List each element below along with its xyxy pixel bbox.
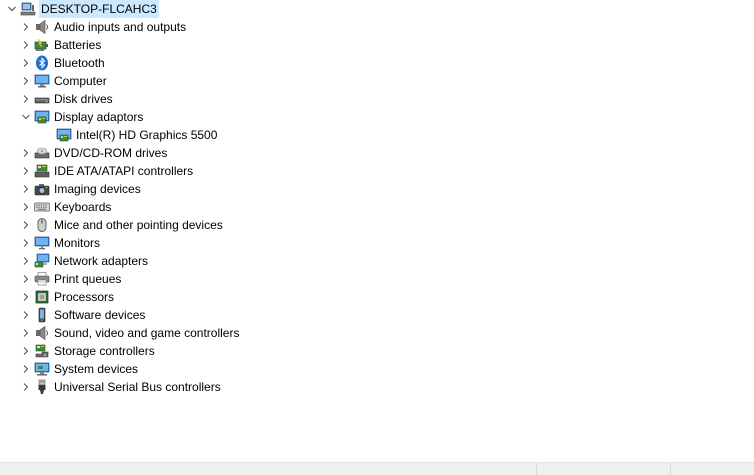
- tree-category-storage-controllers[interactable]: Storage controllers: [0, 342, 754, 360]
- chevron-right-icon[interactable]: [18, 72, 34, 90]
- chevron-right-icon[interactable]: [18, 198, 34, 216]
- chevron-right-icon[interactable]: [18, 18, 34, 36]
- keyboard-icon: [34, 199, 50, 215]
- tree-category-label[interactable]: System devices: [54, 360, 138, 378]
- tree-device-label[interactable]: Intel(R) HD Graphics 5500: [76, 126, 217, 144]
- disk-drive-icon: [34, 91, 50, 107]
- tree-category-label[interactable]: Software devices: [54, 306, 145, 324]
- tree-category-label[interactable]: Monitors: [54, 234, 100, 252]
- software-device-icon: [34, 307, 50, 323]
- chevron-right-icon[interactable]: [18, 180, 34, 198]
- display-adapter-icon: [56, 127, 72, 143]
- mouse-icon: [34, 217, 50, 233]
- chevron-right-icon[interactable]: [18, 252, 34, 270]
- tree-category-label[interactable]: Imaging devices: [54, 180, 141, 198]
- chevron-right-icon[interactable]: [18, 306, 34, 324]
- tree-category-network-adapters[interactable]: Network adapters: [0, 252, 754, 270]
- tree-category-label[interactable]: Audio inputs and outputs: [54, 18, 186, 36]
- tree-category-label[interactable]: Disk drives: [54, 90, 113, 108]
- bluetooth-icon: [34, 55, 50, 71]
- dvd-drive-icon: [34, 145, 50, 161]
- chevron-right-icon[interactable]: [18, 144, 34, 162]
- chevron-right-icon[interactable]: [18, 288, 34, 306]
- chevron-right-icon[interactable]: [18, 342, 34, 360]
- speaker-icon: [34, 19, 50, 35]
- tree-category-mice-and-other-pointing-devices[interactable]: Mice and other pointing devices: [0, 216, 754, 234]
- tree-category-ide-ata-atapi-controllers[interactable]: IDE ATA/ATAPI controllers: [0, 162, 754, 180]
- chevron-right-icon[interactable]: [18, 324, 34, 342]
- tree-category-universal-serial-bus-controllers[interactable]: Universal Serial Bus controllers: [0, 378, 754, 396]
- tree-category-display-adaptors[interactable]: Display adaptors: [0, 108, 754, 126]
- tree-category-label[interactable]: Display adaptors: [54, 108, 143, 126]
- processor-icon: [34, 289, 50, 305]
- tree-category-label[interactable]: Universal Serial Bus controllers: [54, 378, 221, 396]
- battery-icon: [34, 37, 50, 53]
- tree-category-bluetooth[interactable]: Bluetooth: [0, 54, 754, 72]
- chevron-right-icon[interactable]: [18, 216, 34, 234]
- storage-controller-icon: [34, 343, 50, 359]
- chevron-right-icon[interactable]: [18, 378, 34, 396]
- computer-icon: [34, 73, 50, 89]
- tree-category-disk-drives[interactable]: Disk drives: [0, 90, 754, 108]
- tree-device-intel-r-hd-graphics-5500[interactable]: Intel(R) HD Graphics 5500: [0, 126, 754, 144]
- tree-categories: Audio inputs and outputs Batteries Bluetoo…: [0, 18, 754, 396]
- tree-category-label[interactable]: Bluetooth: [54, 54, 105, 72]
- tree-root[interactable]: DESKTOP-FLCAHC3: [0, 0, 754, 18]
- chevron-right-icon[interactable]: [18, 234, 34, 252]
- tree-category-label[interactable]: Processors: [54, 288, 114, 306]
- device-tree[interactable]: DESKTOP-FLCAHC3 Audio inputs and outputs…: [0, 0, 754, 462]
- tree-category-label[interactable]: DVD/CD-ROM drives: [54, 144, 167, 162]
- tree-category-label[interactable]: Sound, video and game controllers: [54, 324, 239, 342]
- computer-name-icon: [20, 1, 36, 17]
- ide-controller-icon: [34, 163, 50, 179]
- tree-category-system-devices[interactable]: System devices: [0, 360, 754, 378]
- system-device-icon: [34, 361, 50, 377]
- status-pane-divider: [536, 463, 537, 475]
- tree-category-label[interactable]: Computer: [54, 72, 107, 90]
- monitor-icon: [34, 235, 50, 251]
- chevron-right-icon[interactable]: [18, 54, 34, 72]
- tree-category-label[interactable]: IDE ATA/ATAPI controllers: [54, 162, 193, 180]
- root-label[interactable]: DESKTOP-FLCAHC3: [39, 0, 159, 18]
- tree-category-dvd-cd-rom-drives[interactable]: DVD/CD-ROM drives: [0, 144, 754, 162]
- tree-category-computer[interactable]: Computer: [0, 72, 754, 90]
- tree-category-label[interactable]: Mice and other pointing devices: [54, 216, 223, 234]
- chevron-right-icon[interactable]: [18, 270, 34, 288]
- chevron-right-icon[interactable]: [18, 36, 34, 54]
- tree-category-monitors[interactable]: Monitors: [0, 234, 754, 252]
- speaker-icon: [34, 325, 50, 341]
- chevron-right-icon[interactable]: [18, 90, 34, 108]
- usb-icon: [34, 379, 50, 395]
- tree-category-audio-inputs-and-outputs[interactable]: Audio inputs and outputs: [0, 18, 754, 36]
- tree-category-print-queues[interactable]: Print queues: [0, 270, 754, 288]
- tree-category-label[interactable]: Network adapters: [54, 252, 148, 270]
- camera-icon: [34, 181, 50, 197]
- chevron-down-icon[interactable]: [4, 0, 20, 18]
- display-adapter-icon: [34, 109, 50, 125]
- tree-category-keyboards[interactable]: Keyboards: [0, 198, 754, 216]
- tree-category-batteries[interactable]: Batteries: [0, 36, 754, 54]
- chevron-down-icon[interactable]: [18, 108, 34, 126]
- status-pane-divider: [670, 463, 671, 475]
- chevron-right-icon[interactable]: [18, 162, 34, 180]
- tree-category-sound-video-and-game-controllers[interactable]: Sound, video and game controllers: [0, 324, 754, 342]
- tree-category-software-devices[interactable]: Software devices: [0, 306, 754, 324]
- tree-category-imaging-devices[interactable]: Imaging devices: [0, 180, 754, 198]
- chevron-right-icon[interactable]: [18, 360, 34, 378]
- tree-category-label[interactable]: Storage controllers: [54, 342, 155, 360]
- printer-icon: [34, 271, 50, 287]
- tree-category-label[interactable]: Batteries: [54, 36, 101, 54]
- tree-category-label[interactable]: Print queues: [54, 270, 121, 288]
- tree-category-processors[interactable]: Processors: [0, 288, 754, 306]
- status-bar: [0, 462, 754, 475]
- tree-category-label[interactable]: Keyboards: [54, 198, 111, 216]
- network-adapter-icon: [34, 253, 50, 269]
